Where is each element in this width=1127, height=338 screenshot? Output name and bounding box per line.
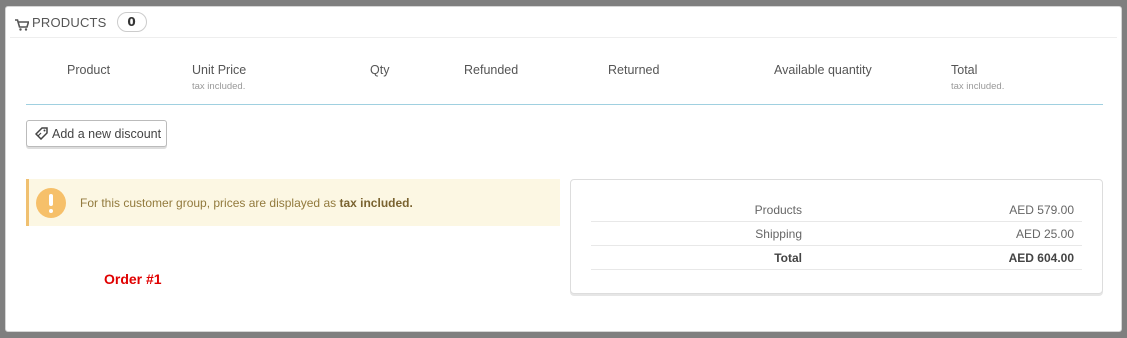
add-discount-button[interactable]: Add a new discount — [26, 120, 167, 147]
column-header-product: Product — [67, 63, 111, 77]
total-tax-note: tax included. — [951, 81, 1005, 92]
column-header-qty: Qty — [370, 63, 390, 77]
totals-row-total: Total AED 604.00 — [591, 246, 1082, 270]
tax-info-alert: For this customer group, prices are disp… — [26, 179, 560, 226]
column-header-total: Total tax included. — [951, 63, 1005, 92]
shopping-cart-icon — [15, 16, 30, 31]
column-header-returned: Returned — [608, 63, 660, 77]
column-header-available-quantity: Available quantity — [774, 63, 872, 77]
totals-row-shipping: Shipping AED 25.00 — [591, 222, 1082, 246]
exclamation-icon — [36, 187, 66, 218]
products-table-header: Product Unit Price tax included. Qty Ref… — [26, 51, 1103, 105]
tag-icon — [34, 127, 48, 141]
column-header-refunded: Refunded — [464, 63, 519, 77]
products-panel: PRODUCTS 0 Product Unit Price tax includ… — [5, 6, 1122, 332]
alert-message: For this customer group, prices are disp… — [80, 195, 413, 210]
order-totals-panel: Products AED 579.00 Shipping AED 25.00 T… — [570, 179, 1103, 294]
add-discount-label: Add a new discount — [52, 126, 162, 141]
panel-title: PRODUCTS — [32, 14, 107, 30]
unit-price-tax-note: tax included. — [192, 81, 246, 92]
product-count-badge: 0 — [116, 12, 147, 32]
column-header-unit-price: Unit Price tax included. — [192, 63, 247, 92]
totals-row-products: Products AED 579.00 — [591, 198, 1082, 222]
order-label: Order #1 — [104, 271, 162, 287]
panel-heading: PRODUCTS 0 — [10, 7, 1117, 38]
alert-emphasis: tax included. — [339, 195, 413, 210]
